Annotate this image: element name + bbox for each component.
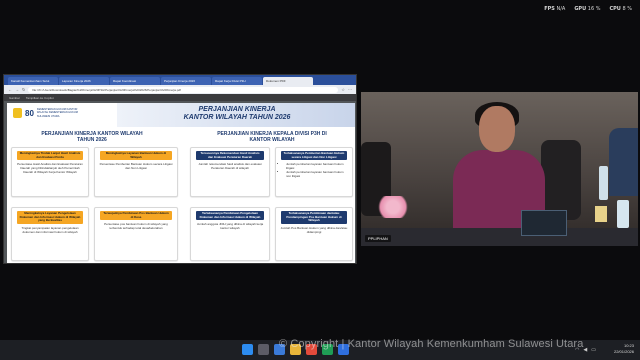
water-bottle (617, 200, 629, 228)
card-title: Meningkatnya Layanan Bantuan Hukum di Wi… (99, 151, 173, 161)
browser-tab[interactable]: Laporan Kinerja 2026 (59, 77, 109, 85)
pdf-draw-button[interactable]: Gambar (9, 96, 20, 100)
address-bar-row: ← → ↻ file:///C:/Users/Downloads/Bagian%… (4, 85, 356, 94)
browser-tab-bar: Kanwil Kemenkumham Sulut Laporan Kinerja… (4, 75, 356, 85)
card-body: Jumlah rekomendasi hasil analisis dan ev… (198, 162, 262, 170)
anniversary-logo: 80 (25, 108, 34, 118)
start-icon[interactable] (242, 344, 253, 355)
document-title: PERJANJIAN KINERJA KANTOR WILAYAH TAHUN … (183, 106, 291, 121)
card-body: Persentase Pemberian Bantuan Hukum secar… (99, 162, 173, 170)
card-body: Jumlah anggota JDIH yang dibina di wilay… (196, 222, 264, 230)
left-card-2: Meningkatnya Layanan Bantuan Hukum di Wi… (94, 147, 178, 197)
pdf-viewer[interactable]: 80 KEMENTERIAN HUKUM KANTOR WILAYAH KEME… (4, 101, 356, 263)
participant-name-label: PPLIPHAN (365, 235, 391, 242)
clock[interactable]: 10:23 22/01/2026 (614, 343, 634, 355)
card-title: Meningkatnya Tindak Lanjut Hasil Analisi… (16, 151, 84, 161)
card-title: Terlaksananya Pemberian Bantuan Hukum se… (280, 151, 348, 161)
right-card-1: Tersusunnya Rekomendasi Hasil Analisis d… (190, 147, 270, 197)
laptop (521, 210, 567, 236)
browser-tab[interactable]: Rapat Koordinasi (110, 77, 160, 85)
right-column-heading: PERJANJIAN KINERJA KEPALA DIVISI P3H DI … (217, 131, 327, 143)
forward-icon[interactable]: → (15, 87, 19, 92)
pdf-toolbar: Gambar Tampilkan ke Copilot (4, 94, 356, 101)
right-card-2: Terlaksananya Pemberian Bantuan Hukum se… (275, 147, 353, 197)
browser-tab-active[interactable]: Dokumen PDF (263, 77, 313, 85)
right-card-4: Terlaksananya Pembinaan dan/atau Pendamp… (275, 207, 353, 261)
copyright-watermark: © Copyright | Kantor Wilayah Kemenkumham… (279, 338, 584, 350)
card-title: Terwujudnya Pembinaan Pos Bantuan Hukum … (99, 211, 173, 221)
left-card-3: Meningkatnya Layanan Pengelolaan Dokumen… (11, 207, 89, 261)
battery-icon[interactable]: ▭ (591, 347, 596, 353)
desk (361, 228, 638, 246)
card-title: Terlaksananya Pembinaan Pengelolaan Doku… (195, 211, 265, 221)
back-icon[interactable]: ← (8, 87, 12, 92)
star-icon[interactable]: ☆ (341, 87, 345, 92)
volume-icon[interactable]: ◀ (583, 347, 587, 353)
left-card-1: Meningkatnya Tindak Lanjut Hasil Analisi… (11, 147, 89, 197)
pdf-page: 80 KEMENTERIAN HUKUM KANTOR WILAYAH KEME… (7, 103, 355, 263)
card-body: Persentase pos bantuan hukum di wilayah … (104, 222, 168, 230)
left-card-4: Terwujudnya Pembinaan Pos Bantuan Hukum … (94, 207, 178, 261)
chair (541, 140, 581, 220)
browser-tab[interactable]: Rapat Kerja Divisi P3H (212, 77, 262, 85)
right-card-3: Terlaksananya Pembinaan Pengelolaan Doku… (190, 207, 270, 261)
org-logo: 80 KEMENTERIAN HUKUM KANTOR WILAYAH KEME… (13, 108, 89, 118)
page-header: 80 KEMENTERIAN HUKUM KANTOR WILAYAH KEME… (7, 103, 355, 127)
card-bullets: Jumlah pemberian layanan bantuan hukum l… (276, 160, 352, 178)
cup (595, 206, 607, 222)
card-title: Terlaksananya Pembinaan dan/atau Pendamp… (280, 211, 348, 224)
pdf-copilot-button[interactable]: Tampilkan ke Copilot (26, 96, 54, 100)
cpu-readout: CPU 8 % (609, 6, 632, 12)
browser-tab[interactable]: Perjanjian Kinerja 2026 (161, 77, 211, 85)
performance-overlay: FPS N/A GPU 16 % CPU 8 % (544, 6, 632, 12)
fps-readout: FPS N/A (544, 6, 566, 12)
gpu-readout: GPU 16 % (574, 6, 601, 12)
participant-video[interactable]: PPLIPHAN (361, 92, 638, 246)
card-body: Tingkat penyampaian layanan pengelolaan … (21, 225, 79, 234)
flower-arrangement (375, 196, 411, 218)
left-column-heading: PERJANJIAN KINERJA KANTOR WILAYAH TAHUN … (41, 131, 143, 143)
card-title: Tersusunnya Rekomendasi Hasil Analisis d… (195, 151, 265, 161)
org-name: KEMENTERIAN HUKUM KANTOR WILAYAH KEMENTE… (36, 108, 78, 118)
browser-tab[interactable]: Kanwil Kemenkumham Sulut (8, 77, 58, 85)
card-title: Meningkatnya Layanan Pengelolaan Dokumen… (16, 211, 84, 224)
menu-icon[interactable]: ⋯ (348, 87, 352, 92)
refresh-icon[interactable]: ↻ (22, 87, 25, 92)
card-body: Persentase Hasil Analisis dan Evaluasi P… (17, 162, 83, 174)
url-field[interactable]: file:///C:/Users/Downloads/Bagian%20Kine… (28, 86, 339, 93)
emblem-icon (13, 108, 22, 118)
speaker-head (479, 106, 515, 152)
card-body: Jumlah Pos Bantuan Hukum yang dibina dan… (280, 225, 348, 234)
search-icon[interactable] (258, 344, 269, 355)
background-person (609, 128, 638, 196)
water-bottle (599, 166, 608, 200)
shared-screen: Kanwil Kemenkumham Sulut Laporan Kinerja… (3, 74, 357, 264)
